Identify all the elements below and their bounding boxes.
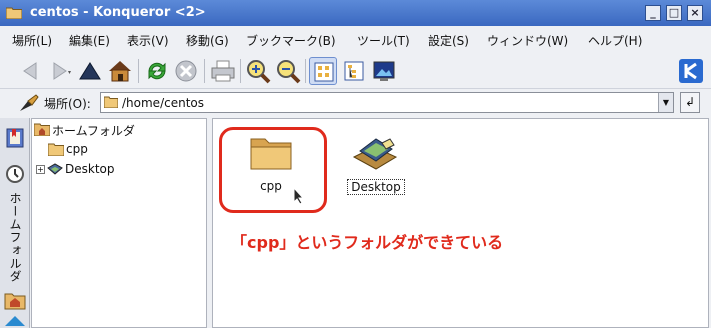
- folder-icon: [48, 143, 64, 156]
- folder-app-icon: [6, 7, 22, 19]
- folder-icon: [104, 96, 118, 108]
- location-label: 場所(O):: [44, 97, 91, 111]
- zoom-in-icon[interactable]: [244, 57, 272, 85]
- reload-icon[interactable]: [143, 57, 171, 85]
- menu-help[interactable]: ヘルプ(H): [588, 32, 642, 49]
- location-input[interactable]: /home/centos ▼: [100, 92, 674, 113]
- maximize-button[interactable]: □: [666, 5, 682, 21]
- file-item-cpp[interactable]: cpp: [243, 131, 299, 201]
- file-item-desktop[interactable]: Desktop: [343, 131, 409, 201]
- annotation-text: 「cpp」というフォルダができている: [231, 233, 504, 252]
- menu-go[interactable]: 移動(G): [186, 32, 229, 49]
- kde-logo-icon[interactable]: [677, 57, 705, 85]
- home-folder-tab-icon[interactable]: [3, 288, 27, 312]
- mouse-pointer-icon: [293, 187, 305, 205]
- history-tab-icon[interactable]: [3, 162, 27, 186]
- location-bar: 場所(O): /home/centos ▼ ↲: [0, 90, 711, 116]
- back-icon[interactable]: [16, 57, 44, 85]
- folder-icon: [250, 138, 292, 170]
- menu-bookmarks[interactable]: ブックマーク(B): [246, 32, 336, 49]
- menu-location[interactable]: 場所(L): [12, 32, 52, 49]
- menu-view[interactable]: 表示(V): [127, 32, 169, 49]
- up-icon[interactable]: [76, 57, 104, 85]
- folder-tree: ホームフォルダ cpp + Desktop: [31, 118, 207, 328]
- konqueror-window: centos - Konqueror <2> _ □ × 場所(L) 編集(E)…: [0, 0, 711, 328]
- file-item-label: cpp: [260, 179, 282, 193]
- toolbar: [0, 53, 711, 89]
- print-icon[interactable]: [209, 57, 237, 85]
- tree-view-icon[interactable]: [340, 57, 368, 85]
- location-dropdown[interactable]: ▼: [658, 93, 673, 112]
- desktop-folder-icon: [47, 163, 63, 175]
- menu-edit[interactable]: 編集(E): [69, 32, 110, 49]
- title-bar[interactable]: centos - Konqueror <2> _ □ ×: [0, 0, 711, 26]
- tree-item-label: ホームフォルダ: [52, 124, 135, 138]
- minimize-button[interactable]: _: [645, 5, 661, 21]
- sidebar-tabs: ホームフォルダ: [0, 118, 30, 328]
- home-folder-icon: [34, 123, 50, 136]
- tree-item-label: Desktop: [65, 162, 115, 176]
- menu-tools[interactable]: ツール(T): [357, 32, 410, 49]
- menu-window[interactable]: ウィンドウ(W): [487, 32, 568, 49]
- tree-item-label: cpp: [66, 142, 88, 156]
- window-title: centos - Konqueror <2>: [30, 5, 206, 20]
- menu-bar: 場所(L) 編集(E) 表示(V) 移動(G) ブックマーク(B) ツール(T)…: [0, 27, 711, 51]
- file-item-label: Desktop: [347, 179, 405, 195]
- stop-icon[interactable]: [172, 57, 200, 85]
- forward-icon[interactable]: [46, 57, 74, 85]
- desktop-folder-icon: [352, 138, 398, 170]
- menu-settings[interactable]: 設定(S): [428, 32, 469, 49]
- sidebar-vertical-label[interactable]: ホームフォルダ: [7, 192, 24, 283]
- go-button[interactable]: ↲: [680, 92, 700, 113]
- expand-toggle[interactable]: +: [36, 165, 45, 174]
- bookmarks-tab-icon[interactable]: [3, 126, 27, 150]
- clear-location-icon[interactable]: [18, 93, 40, 113]
- services-tab-icon[interactable]: [3, 314, 27, 328]
- location-value: /home/centos: [122, 96, 204, 110]
- image-view-icon[interactable]: [370, 57, 398, 85]
- home-icon[interactable]: [106, 57, 134, 85]
- zoom-out-icon[interactable]: [274, 57, 302, 85]
- tree-item-desktop[interactable]: + Desktop: [34, 161, 154, 179]
- file-view: cpp Desktop 「cpp」というフォルダができている: [212, 118, 709, 328]
- close-button[interactable]: ×: [687, 5, 703, 21]
- icon-view-icon[interactable]: [309, 57, 337, 85]
